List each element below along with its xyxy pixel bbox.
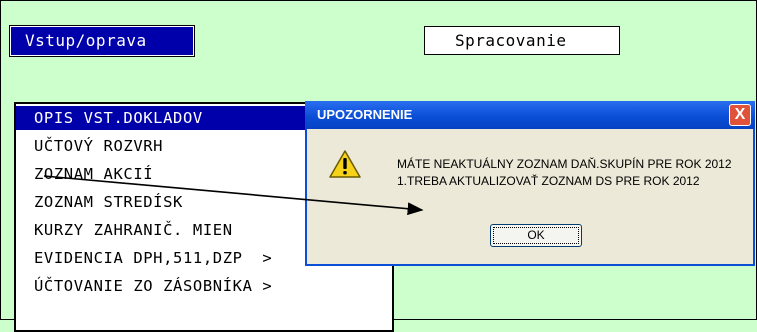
message-line-2: 1.TREBA AKTUALIZOVAŤ ZOZNAM DS PRE ROK 2… — [397, 174, 700, 188]
ok-button[interactable]: OK — [490, 224, 582, 247]
menu-item-evidencia-dph[interactable]: EVIDENCIA DPH,511,DZP > — [16, 246, 272, 270]
vstup-oprava-button[interactable]: Vstup/oprava — [9, 25, 195, 57]
ok-label: OK — [527, 228, 545, 242]
menu-item-uctovy-rozvrh[interactable]: UČTOVÝ ROZVRH — [16, 134, 163, 158]
menu-item-zoznam-akcii[interactable]: ZOZNAM AKCIÍ — [16, 162, 153, 186]
menu-item-zoznam-stredisk[interactable]: ZOZNAM STREDÍSK — [16, 190, 183, 214]
warning-dialog: UPOZORNENIE X MÁTE NEAKTUÁLNY ZOZNAM DAŇ… — [305, 101, 755, 266]
menu-item-opis-vst-dokladov[interactable]: OPIS VST.DOKLADOV — [16, 106, 334, 130]
menu-item-kurzy-zahranic-mien[interactable]: KURZY ZAHRANIČ. MIEN — [16, 218, 233, 242]
warning-icon — [329, 150, 361, 178]
close-icon[interactable]: X — [729, 104, 751, 126]
dialog-title-bar[interactable]: UPOZORNENIE X — [305, 101, 755, 129]
menu-item-uctovanie-zo-zasobnika[interactable]: ÚČTOVANIE ZO ZÁSOBNÍKA > — [16, 274, 272, 298]
spracovanie-button[interactable]: Spracovanie — [424, 26, 620, 55]
message-line-1: MÁTE NEAKTUÁLNY ZOZNAM DAŇ.SKUPÍN PRE RO… — [397, 157, 732, 171]
dialog-title: UPOZORNENIE — [317, 107, 413, 122]
